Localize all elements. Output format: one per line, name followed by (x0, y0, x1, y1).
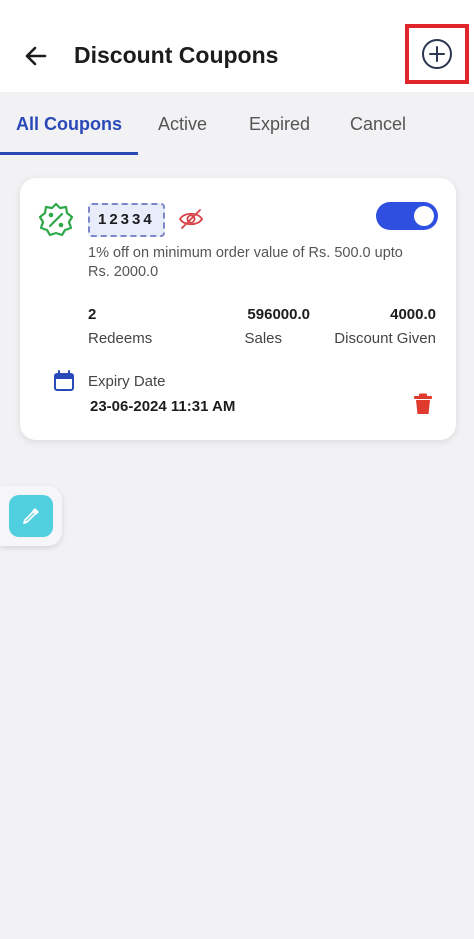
add-coupon-button[interactable] (405, 24, 469, 84)
coupon-tabs: All Coupons Active Expired Cancel (0, 92, 474, 156)
tab-active[interactable]: Active (158, 114, 207, 135)
redeems-value: 2 (88, 306, 97, 323)
calendar-icon (54, 370, 74, 391)
expiry-date-label: Expiry Date (88, 373, 166, 390)
floating-tool-tab (0, 486, 62, 546)
active-tab-indicator (0, 152, 138, 155)
eyedropper-icon (23, 508, 39, 524)
tab-cancel[interactable]: Cancel (350, 114, 406, 135)
page-title: Discount Coupons (74, 42, 279, 68)
tab-expired[interactable]: Expired (249, 114, 310, 135)
toggle-knob (414, 206, 434, 226)
app-header: Discount Coupons (0, 0, 474, 92)
tab-all-coupons[interactable]: All Coupons (16, 114, 122, 135)
coupon-card: 12334 1% off on minimum order value of R… (20, 178, 456, 440)
color-picker-button[interactable] (9, 495, 53, 537)
eye-off-icon[interactable] (178, 206, 204, 232)
sales-label: Sales (244, 330, 282, 347)
plus-circle-icon (422, 39, 452, 69)
arrow-left-icon (25, 46, 47, 66)
coupon-description: 1% off on minimum order value of Rs. 500… (88, 245, 403, 280)
back-button[interactable] (18, 38, 54, 74)
sales-value: 596000.0 (247, 306, 310, 323)
discount-given-value: 4000.0 (390, 306, 436, 323)
trash-icon[interactable] (412, 392, 434, 416)
coupon-enabled-toggle[interactable] (376, 202, 438, 230)
coupon-code: 12334 (88, 203, 165, 237)
percent-badge-icon (38, 202, 74, 237)
expiry-date-value: 23-06-2024 11:31 AM (90, 398, 236, 415)
redeems-label: Redeems (88, 330, 153, 347)
discount-given-label: Discount Given (334, 330, 436, 347)
